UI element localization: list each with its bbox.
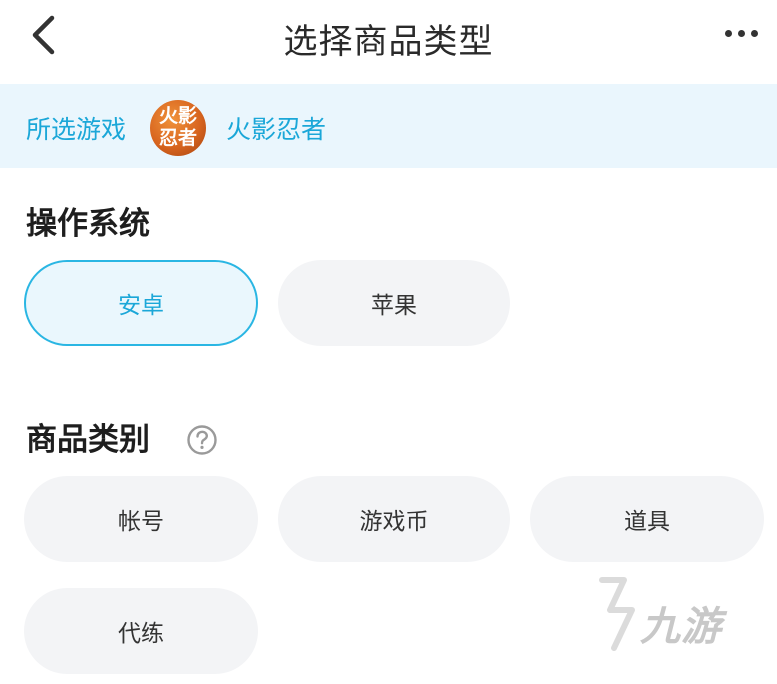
- selected-game-name: 火影忍者: [226, 115, 327, 144]
- page-title: 选择商品类型: [283, 22, 494, 62]
- more-horizontal-icon: [750, 29, 758, 37]
- category-section-title: 商品类别: [26, 422, 150, 458]
- game-logo-text-bottom: 忍者: [158, 127, 197, 149]
- category-option-account[interactable]: 帐号: [24, 476, 258, 562]
- game-logo: 火影 忍者: [150, 100, 206, 156]
- selected-game-bar[interactable]: 所选游戏 火影忍者: [0, 84, 777, 168]
- question-circle-icon: [187, 425, 217, 455]
- os-option-android[interactable]: 安卓: [24, 260, 258, 346]
- category-option-item[interactable]: 道具: [530, 476, 764, 562]
- os-option-ios[interactable]: 苹果: [278, 260, 510, 346]
- game-logo-text-top: 火影: [158, 105, 197, 127]
- more-button[interactable]: [715, 15, 767, 51]
- header-bar: 选择商品类型: [0, 0, 777, 80]
- more-horizontal-icon: [724, 29, 732, 37]
- help-button[interactable]: [186, 424, 218, 456]
- os-section-title: 操作系统: [26, 206, 150, 242]
- category-option-boosting[interactable]: 代练: [24, 588, 258, 674]
- category-option-game-coin[interactable]: 游戏币: [278, 476, 510, 562]
- more-horizontal-icon: [737, 29, 745, 37]
- watermark-text: 九游: [640, 604, 722, 650]
- selected-game-label: 所选游戏: [26, 115, 127, 144]
